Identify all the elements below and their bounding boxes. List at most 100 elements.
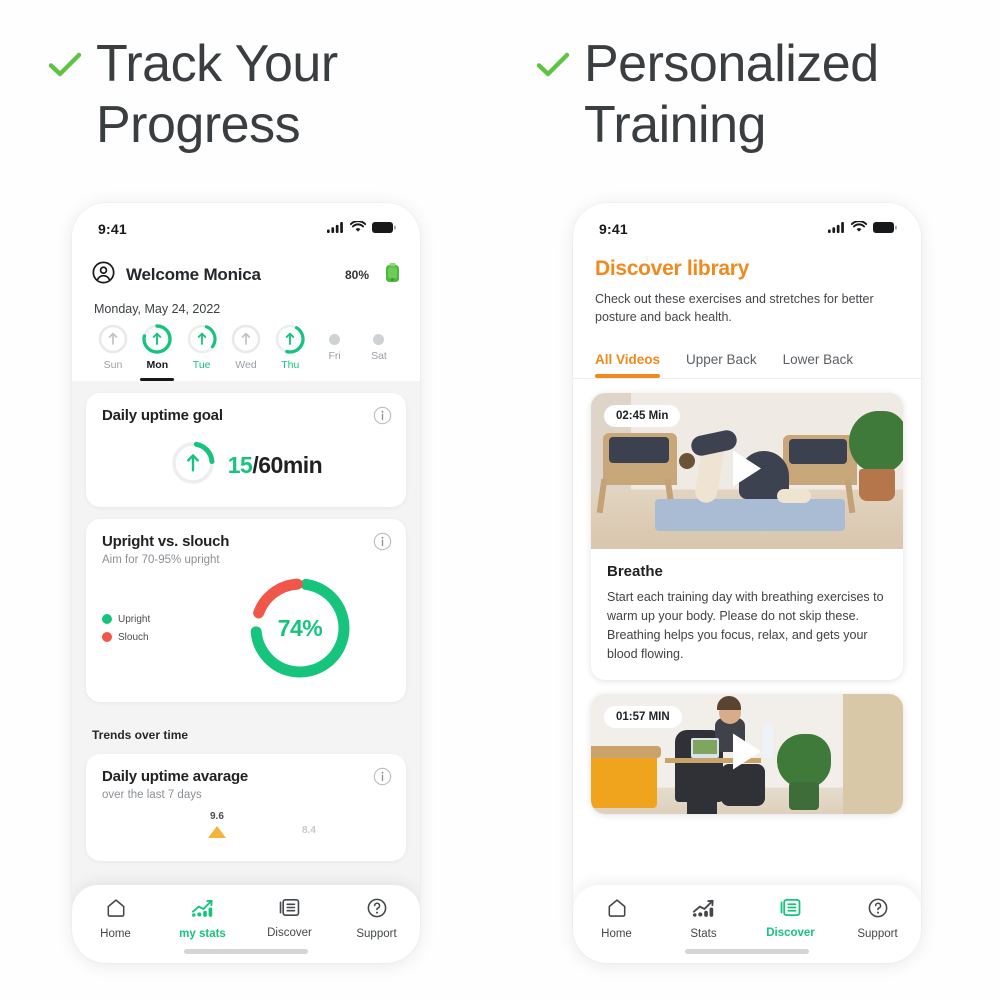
nav-item-discover[interactable]: Discover	[747, 897, 834, 939]
video-title: Breathe	[607, 563, 663, 581]
tab-all-videos[interactable]: All Videos	[595, 352, 661, 379]
goal-current-value: 15	[227, 452, 253, 478]
nav-label: Home	[100, 928, 131, 940]
goal-row: 15/60min	[102, 440, 390, 491]
legend-item-slouch: Slouch	[102, 632, 150, 643]
donut-chart: 74%	[244, 572, 356, 684]
day-item-fri[interactable]: Fri	[316, 324, 354, 381]
video-thumbnail[interactable]: 01:57 MIN	[591, 694, 903, 815]
legend-item-upright: Upright	[102, 614, 150, 625]
legend-swatch-upright	[102, 614, 112, 624]
day-label: Thu	[281, 359, 300, 371]
headline-right: Personalized Training	[536, 34, 996, 157]
day-ring-tue	[187, 324, 217, 354]
info-icon[interactable]	[373, 406, 392, 430]
day-item-sat[interactable]: Sat	[360, 324, 398, 381]
day-dot-fri	[329, 334, 341, 345]
card-title: Daily uptime goal	[102, 407, 223, 424]
nav-item-discover[interactable]: Discover	[246, 897, 333, 939]
upright-vs-slouch-card[interactable]: Upright vs. slouch Aim for 70-95% uprigh…	[86, 519, 406, 702]
tab-label: Upper Back	[686, 352, 757, 368]
welcome-row: Welcome Monica 80%	[92, 253, 400, 289]
trends-mini-chart: 9.6 8.4	[102, 811, 390, 855]
day-item-sun[interactable]: Sun	[94, 324, 132, 381]
legend-swatch-slouch	[102, 632, 112, 642]
bottom-nav: Home Stats Discover Support	[573, 885, 921, 963]
nav-item-support[interactable]: Support	[834, 897, 921, 940]
info-icon[interactable]	[373, 532, 392, 556]
day-item-mon[interactable]: Mon	[138, 324, 176, 381]
day-item-tue[interactable]: Tue	[183, 324, 221, 381]
tab-label: All Videos	[595, 352, 661, 368]
discover-icon	[779, 898, 802, 922]
welcome-message: Welcome Monica	[126, 265, 261, 284]
play-icon[interactable]	[727, 731, 767, 778]
day-label: Fri	[328, 350, 341, 362]
battery-percent-label: 80%	[344, 268, 369, 282]
device-battery-icon	[385, 262, 400, 288]
wifi-icon	[850, 220, 868, 238]
info-icon[interactable]	[373, 767, 392, 791]
card-title: Upright vs. slouch	[102, 533, 230, 550]
video-card-second[interactable]: 01:57 MIN	[591, 694, 903, 815]
day-ring-sun	[98, 324, 128, 354]
user-avatar-icon[interactable]	[92, 261, 115, 289]
headline-left-text: Track Your Progress	[96, 35, 338, 155]
up-arrow-icon	[186, 454, 199, 472]
nav-label: Discover	[267, 927, 312, 939]
video-card-breathe[interactable]: 02:45 Min Breathe Start each training da…	[591, 393, 903, 681]
home-icon	[606, 899, 628, 923]
nav-label: Discover	[766, 927, 815, 939]
video-thumbnail[interactable]: 02:45 Min	[591, 393, 903, 550]
nav-item-my-stats[interactable]: my stats	[159, 897, 246, 940]
headline-left: Track Your Progress	[48, 34, 498, 157]
signal-bars-icon	[828, 220, 845, 238]
support-icon	[867, 898, 889, 923]
day-item-wed[interactable]: Wed	[227, 324, 265, 381]
trends-section-label: Trends over time	[92, 728, 189, 742]
daily-uptime-goal-card[interactable]: Daily uptime goal 15/60min	[86, 393, 406, 507]
day-item-thu[interactable]: Thu	[271, 324, 309, 381]
video-duration-badge: 02:45 Min	[604, 405, 681, 428]
battery-icon	[873, 220, 897, 238]
nav-item-support[interactable]: Support	[333, 897, 420, 940]
play-icon[interactable]	[727, 448, 767, 495]
video-info: Breathe Start each training day with bre…	[591, 549, 903, 680]
day-ring-thu	[275, 324, 305, 354]
goal-target-value: /60min	[252, 452, 323, 478]
discover-header: Discover library Check out these exercis…	[573, 243, 921, 379]
page-title: Discover library	[595, 257, 749, 280]
tab-lower-back[interactable]: Lower Back	[783, 352, 854, 378]
support-icon	[366, 898, 388, 923]
trend-point-label: 9.6	[210, 811, 224, 822]
card-subtitle: Aim for 70-95% upright	[102, 554, 220, 566]
wifi-icon	[349, 220, 367, 238]
daily-uptime-average-card[interactable]: Daily uptime avarage over the last 7 day…	[86, 754, 406, 861]
card-title: Daily uptime avarage	[102, 768, 249, 785]
status-bar: 9:41	[72, 203, 420, 243]
discover-icon	[278, 899, 301, 922]
legend-label: Upright	[118, 613, 151, 625]
phone-left: 9:41 Welcome Monica 80% Monday, May 24, …	[72, 203, 420, 963]
left-phone-body: Welcome Monica 80% Monday, May 24, 2022	[72, 243, 420, 963]
status-time: 9:41	[98, 221, 127, 237]
card-subtitle: over the last 7 days	[102, 789, 202, 801]
tab-label: Lower Back	[782, 352, 854, 368]
home-icon	[105, 899, 127, 923]
goal-ring	[170, 440, 216, 491]
current-date: Monday, May 24, 2022	[94, 302, 221, 316]
battery-icon	[372, 220, 396, 238]
nav-label: Stats	[690, 928, 717, 940]
day-label: Sun	[103, 359, 123, 371]
left-phone-header: Welcome Monica 80% Monday, May 24, 2022	[72, 243, 420, 381]
nav-item-home[interactable]: Home	[573, 897, 660, 940]
tab-upper-back[interactable]: Upper Back	[686, 352, 757, 378]
nav-item-home[interactable]: Home	[72, 897, 159, 940]
check-icon	[536, 52, 570, 83]
nav-label: my stats	[179, 928, 226, 940]
nav-label: Support	[356, 928, 397, 940]
nav-item-stats[interactable]: Stats	[660, 897, 747, 940]
right-phone-body: Discover library Check out these exercis…	[573, 243, 921, 963]
nav-label: Support	[857, 928, 898, 940]
chart-legend: Upright Slouch	[102, 607, 150, 650]
